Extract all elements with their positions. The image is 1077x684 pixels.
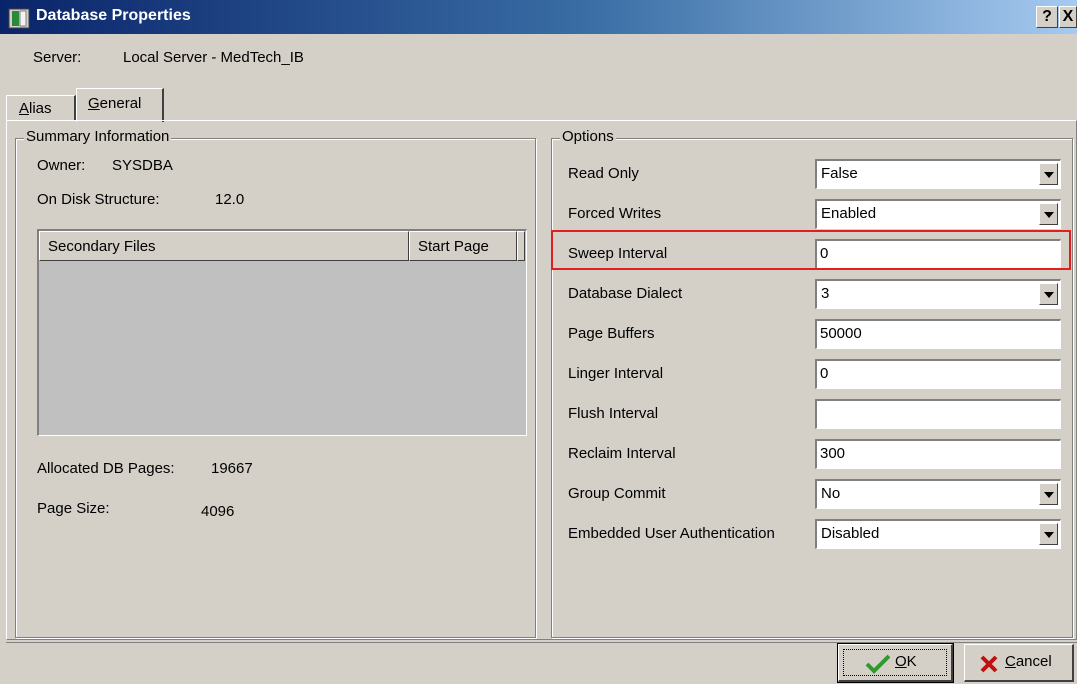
forced-writes-value: Enabled (821, 205, 877, 222)
owner-label: Owner: (37, 157, 86, 174)
tab-general-label: General (88, 95, 142, 112)
chevron-down-icon[interactable] (1039, 283, 1058, 305)
page-size-value: 4096 (201, 503, 235, 520)
ok-button[interactable]: OK (837, 643, 954, 683)
cancel-button[interactable]: Cancel (964, 644, 1074, 682)
chevron-down-icon[interactable] (1039, 163, 1058, 185)
chevron-down-icon[interactable] (1039, 483, 1058, 505)
forced-writes-select[interactable]: Enabled (815, 199, 1061, 229)
tab-alias[interactable]: Alias (6, 95, 76, 120)
owner-value: SYSDBA (112, 157, 173, 174)
sweep-interval-highlight (551, 230, 1071, 270)
options-title: Options (560, 128, 616, 145)
page-buffers-label: Page Buffers (568, 325, 655, 342)
column-header-label: Secondary Files (48, 238, 156, 255)
reclaim-interval-label: Reclaim Interval (568, 445, 676, 462)
embedded-user-auth-label: Embedded User Authentication (568, 525, 775, 542)
x-icon (980, 655, 998, 673)
read-only-select[interactable]: False (815, 159, 1061, 189)
database-dialect-select[interactable]: 3 (815, 279, 1061, 309)
ok-label: OK (895, 653, 917, 670)
cancel-label: Cancel (1005, 653, 1052, 670)
column-header-filler (517, 231, 525, 261)
column-header-label: Start Page (418, 238, 489, 255)
linger-interval-label: Linger Interval (568, 365, 664, 382)
summary-title: Summary Information (24, 128, 172, 145)
linger-interval-input[interactable]: 0 (815, 359, 1061, 389)
allocated-pages-label: Allocated DB Pages: (37, 460, 175, 477)
checkmark-icon (865, 654, 891, 674)
group-commit-value: No (821, 485, 841, 502)
ods-label: On Disk Structure: (37, 191, 160, 208)
forced-writes-label: Forced Writes (568, 205, 662, 222)
flush-interval-label: Flush Interval (568, 405, 659, 422)
help-button[interactable]: ? (1036, 6, 1058, 28)
secondary-files-list[interactable]: Secondary Files Start Page (37, 229, 527, 436)
embedded-user-auth-value: Disabled (821, 525, 880, 542)
ods-value: 12.0 (215, 191, 245, 208)
column-header-secondary-files[interactable]: Secondary Files (39, 231, 409, 261)
tab-alias-label: Alias (19, 100, 52, 117)
server-value: Local Server - MedTech_IB (123, 49, 304, 66)
allocated-pages-value: 19667 (211, 460, 253, 477)
tab-general[interactable]: General (76, 88, 164, 122)
read-only-value: False (821, 165, 858, 182)
chevron-down-icon[interactable] (1039, 203, 1058, 225)
title-bar[interactable]: Database Properties ? X (0, 0, 1077, 34)
read-only-label: Read Only (568, 165, 639, 182)
database-icon (8, 8, 30, 29)
database-dialect-label: Database Dialect (568, 285, 683, 302)
embedded-user-auth-select[interactable]: Disabled (815, 519, 1061, 549)
page-size-label: Page Size: (37, 500, 110, 517)
column-header-start-page[interactable]: Start Page (409, 231, 517, 261)
database-dialect-value: 3 (821, 285, 830, 302)
chevron-down-icon[interactable] (1039, 523, 1058, 545)
flush-interval-input[interactable] (815, 399, 1061, 429)
server-label: Server: (33, 49, 82, 66)
close-button[interactable]: X (1059, 6, 1077, 28)
window-title: Database Properties (36, 7, 191, 24)
reclaim-interval-input[interactable]: 300 (815, 439, 1061, 469)
group-commit-select[interactable]: No (815, 479, 1061, 509)
group-commit-label: Group Commit (568, 485, 666, 502)
page-buffers-input[interactable]: 50000 (815, 319, 1061, 349)
